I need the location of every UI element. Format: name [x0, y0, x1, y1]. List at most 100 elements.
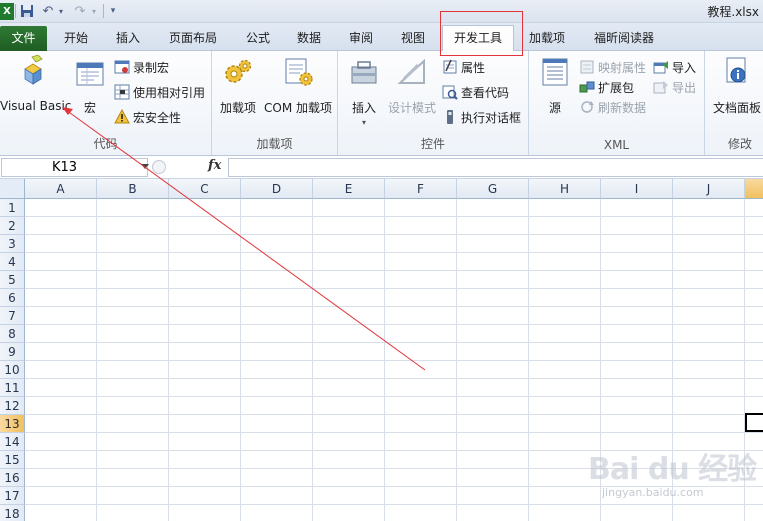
column-header-b[interactable]: B	[97, 179, 169, 199]
group-controls: 插入 ▾ 设计模式 属性 查看代码 执行对话框 控件	[338, 51, 529, 155]
design-mode-button[interactable]: 设计模式	[386, 55, 438, 116]
gridline-horizontal	[25, 270, 763, 271]
row-header-4[interactable]: 4	[0, 253, 25, 271]
map-properties-label: 映射属性	[598, 60, 647, 75]
column-header-k[interactable]	[745, 179, 763, 199]
title-bar: X ↶ ▾ ↷ ▾ ▾ 教程.xlsx	[0, 0, 763, 23]
insert-function-icon[interactable]: fx	[208, 158, 221, 173]
tab-foxit-reader[interactable]: 福昕阅读器	[586, 26, 662, 51]
column-header-c[interactable]: C	[169, 179, 241, 199]
column-header-a[interactable]: A	[25, 179, 97, 199]
xml-import-label: 导入	[672, 60, 697, 75]
xml-import-button[interactable]: 导入	[653, 57, 696, 77]
formula-input[interactable]	[228, 158, 763, 177]
gears-icon	[225, 59, 252, 83]
tab-file[interactable]: 文件	[0, 26, 47, 51]
group-addins: 加载项 COM 加载项 加载项	[212, 51, 338, 155]
column-header-d[interactable]: D	[241, 179, 313, 199]
column-header-g[interactable]: G	[457, 179, 529, 199]
com-addins-button[interactable]: COM 加载项	[262, 55, 334, 116]
insert-control-button[interactable]: 插入 ▾	[344, 55, 384, 127]
tab-insert[interactable]: 插入	[105, 26, 151, 51]
tab-review[interactable]: 审阅	[338, 26, 384, 51]
tab-view[interactable]: 视图	[390, 26, 436, 51]
macro-security-label: 宏安全性	[133, 110, 182, 125]
row-header-7[interactable]: 7	[0, 307, 25, 325]
properties-button[interactable]: 属性	[442, 57, 485, 77]
undo-icon[interactable]: ↶	[40, 3, 56, 20]
baidu-jingyan-watermark: Bai du 经验 jingyan.baidu.com	[588, 436, 758, 516]
gridline-horizontal	[25, 324, 763, 325]
macro-security-button[interactable]: 宏安全性	[114, 107, 181, 127]
visual-basic-label: Visual Basic	[0, 99, 72, 113]
relative-reference-button[interactable]: 使用相对引用	[114, 82, 205, 102]
excel-icon[interactable]: X	[0, 3, 14, 20]
redo-dropdown-icon[interactable]: ▾	[90, 3, 98, 20]
run-dialog-button[interactable]: 执行对话框	[442, 107, 521, 127]
record-macro-button[interactable]: 录制宏	[114, 57, 169, 77]
addins-button[interactable]: 加载项	[218, 55, 258, 116]
view-code-button[interactable]: 查看代码	[442, 82, 509, 102]
gridline-horizontal	[25, 360, 763, 361]
save-icon[interactable]	[19, 3, 35, 20]
row-header-2[interactable]: 2	[0, 217, 25, 235]
name-box-dropdown-icon[interactable]	[141, 164, 149, 169]
xml-export-button[interactable]: 导出	[653, 77, 696, 97]
expansion-packs-icon	[579, 81, 595, 93]
tab-developer[interactable]: 开发工具	[442, 25, 514, 52]
group-addins-label: 加载项	[256, 137, 293, 151]
row-header-15[interactable]: 15	[0, 451, 25, 469]
customize-qat-icon[interactable]: ▾	[108, 3, 118, 20]
group-modify-label: 修改	[727, 137, 752, 151]
row-header-9[interactable]: 9	[0, 343, 25, 361]
document-panel-label: 文档面板	[712, 101, 761, 115]
gridline-horizontal	[25, 234, 763, 235]
row-header-12[interactable]: 12	[0, 397, 25, 415]
row-header-6[interactable]: 6	[0, 289, 25, 307]
gridline-horizontal	[25, 414, 763, 415]
xml-export-label: 导出	[672, 80, 697, 95]
tab-home[interactable]: 开始	[53, 26, 99, 51]
tab-data[interactable]: 数据	[286, 26, 332, 51]
row-header-11[interactable]: 11	[0, 379, 25, 397]
expansion-packs-button[interactable]: 扩展包	[579, 77, 634, 97]
document-panel-button[interactable]: 文档面板	[709, 55, 763, 116]
refresh-data-button[interactable]: 刷新数据	[579, 97, 646, 117]
row-header-18[interactable]: 18	[0, 505, 25, 521]
column-header-e[interactable]: E	[313, 179, 385, 199]
name-box-value: K13	[52, 160, 78, 175]
formula-cancel-icon[interactable]	[152, 160, 166, 174]
document-panel-icon	[726, 57, 746, 83]
tab-formulas[interactable]: 公式	[235, 26, 281, 51]
row-header-16[interactable]: 16	[0, 469, 25, 487]
select-all-corner[interactable]	[0, 179, 25, 199]
macros-icon	[76, 62, 104, 86]
row-header-14[interactable]: 14	[0, 433, 25, 451]
gridline-horizontal	[25, 216, 763, 217]
group-modify: 文档面板 修改	[705, 51, 763, 155]
macros-button[interactable]: 宏	[72, 55, 108, 116]
tab-addins[interactable]: 加载项	[522, 26, 572, 51]
undo-dropdown-icon[interactable]: ▾	[57, 3, 65, 20]
name-box[interactable]: K13	[1, 158, 149, 177]
xml-source-button[interactable]: 源	[537, 55, 573, 116]
row-header-10[interactable]: 10	[0, 361, 25, 379]
ribbon-tabs: 文件 开始 插入 页面布局 公式 数据 审阅 视图 开发工具 加载项 福昕阅读器	[0, 23, 763, 52]
active-cell[interactable]	[745, 413, 763, 432]
row-header-5[interactable]: 5	[0, 271, 25, 289]
column-header-i[interactable]: I	[601, 179, 673, 199]
column-header-f[interactable]: F	[385, 179, 457, 199]
tab-page-layout[interactable]: 页面布局	[160, 26, 226, 51]
macros-label: 宏	[83, 101, 96, 115]
map-properties-button[interactable]: 映射属性	[579, 57, 646, 77]
redo-icon[interactable]: ↷	[72, 3, 88, 20]
row-header-13[interactable]: 13	[0, 415, 25, 433]
row-header-1[interactable]: 1	[0, 199, 25, 217]
column-header-j[interactable]: J	[673, 179, 745, 199]
row-header-8[interactable]: 8	[0, 325, 25, 343]
visual-basic-button[interactable]: Visual Basic	[0, 55, 72, 113]
column-header-h[interactable]: H	[529, 179, 601, 199]
row-header-17[interactable]: 17	[0, 487, 25, 505]
group-xml: 源 映射属性 扩展包 刷新数据 导入 导出 XML	[529, 51, 705, 155]
row-header-3[interactable]: 3	[0, 235, 25, 253]
